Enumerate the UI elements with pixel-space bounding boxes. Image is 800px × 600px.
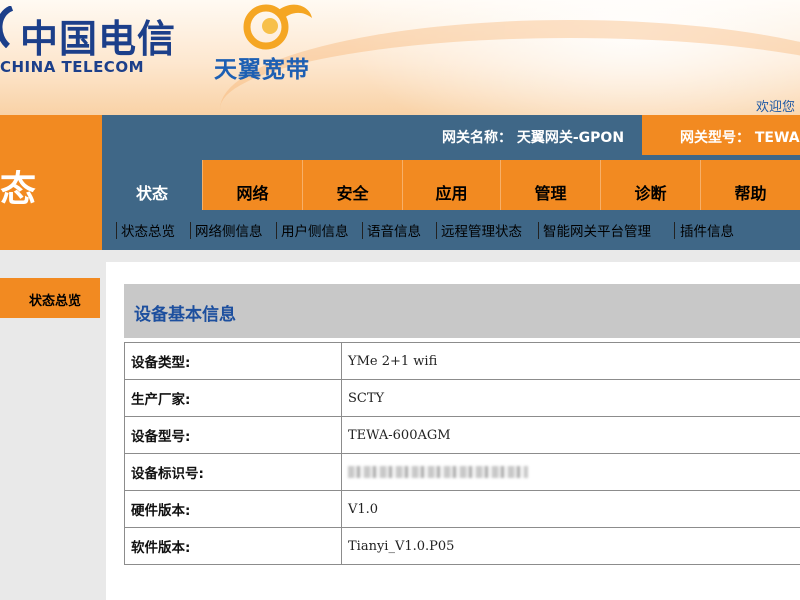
section-title: 设备基本信息 bbox=[134, 305, 236, 325]
row-value-redacted bbox=[341, 453, 800, 491]
china-telecom-logo-icon bbox=[0, 6, 14, 48]
brand-name-en: CHINA TELECOM bbox=[0, 58, 144, 76]
row-value: TEWA-600AGM bbox=[341, 416, 800, 454]
sub-nav-separator bbox=[190, 222, 191, 239]
table-row: 软件版本: Tianyi_V1.0.P05 bbox=[124, 527, 800, 565]
tab-diagnostics[interactable]: 诊断 bbox=[600, 160, 700, 210]
sub-nav-separator bbox=[674, 222, 675, 239]
subnav-smart-gateway[interactable]: 智能网关平台管理 bbox=[543, 220, 651, 240]
tab-help[interactable]: 帮助 bbox=[700, 160, 800, 210]
subnav-network-info[interactable]: 网络侧信息 bbox=[195, 220, 263, 240]
row-label: 生产厂家: bbox=[124, 379, 342, 417]
subnav-status-overview[interactable]: 状态总览 bbox=[121, 220, 175, 240]
tab-management[interactable]: 管理 bbox=[500, 160, 600, 210]
header-banner: 中国电信 CHINA TELECOM 天翼宽带 欢迎您 bbox=[0, 0, 800, 115]
redacted-value bbox=[348, 466, 528, 478]
page-title: 态 bbox=[0, 169, 37, 210]
sub-nav-separator bbox=[362, 222, 363, 239]
subnav-voice-info[interactable]: 语音信息 bbox=[367, 220, 421, 240]
row-label: 设备类型: bbox=[124, 342, 342, 380]
device-info-table: 设备类型: YMe 2+1 wifi 生产厂家: SCTY 设备型号: TEWA… bbox=[124, 342, 800, 565]
tab-network[interactable]: 网络 bbox=[202, 160, 302, 210]
gateway-name: 网关名称： 天翼网关-GPON bbox=[442, 130, 625, 146]
tianyi-logo-icon bbox=[243, 4, 312, 50]
main-nav-tabs: 状态 网络 安全 应用 管理 诊断 帮助 bbox=[102, 160, 800, 210]
table-row: 设备标识号: bbox=[124, 453, 800, 491]
subnav-remote-mgmt[interactable]: 远程管理状态 bbox=[441, 220, 522, 240]
row-value: Tianyi_V1.0.P05 bbox=[341, 527, 800, 565]
sub-nav-separator bbox=[436, 222, 437, 239]
table-row: 生产厂家: SCTY bbox=[124, 379, 800, 417]
row-label: 软件版本: bbox=[124, 527, 342, 565]
tab-status[interactable]: 状态 bbox=[102, 160, 202, 210]
row-value: V1.0 bbox=[341, 490, 800, 528]
table-row: 硬件版本: V1.0 bbox=[124, 490, 800, 528]
row-value: YMe 2+1 wifi bbox=[341, 342, 800, 380]
sub-nav-separator bbox=[538, 222, 539, 239]
row-label: 设备型号: bbox=[124, 416, 342, 454]
table-row: 设备类型: YMe 2+1 wifi bbox=[124, 342, 800, 380]
welcome-link[interactable]: 欢迎您 bbox=[756, 96, 795, 115]
tab-security[interactable]: 安全 bbox=[302, 160, 402, 210]
brand-name-cn: 中国电信 bbox=[20, 17, 177, 61]
tab-application[interactable]: 应用 bbox=[402, 160, 500, 210]
product-name: 天翼宽带 bbox=[214, 57, 310, 83]
row-label: 硬件版本: bbox=[124, 490, 342, 528]
sub-nav-separator bbox=[116, 222, 117, 239]
table-row: 设备型号: TEWA-600AGM bbox=[124, 416, 800, 454]
gateway-model: 网关型号： TEWA- bbox=[680, 130, 800, 146]
sub-nav-separator bbox=[276, 222, 277, 239]
subnav-user-info[interactable]: 用户侧信息 bbox=[281, 220, 349, 240]
row-value: SCTY bbox=[341, 379, 800, 417]
subnav-plugin-info[interactable]: 插件信息 bbox=[680, 220, 734, 240]
row-label: 设备标识号: bbox=[124, 453, 342, 491]
sidebar-item-label[interactable]: 状态总览 bbox=[29, 290, 81, 309]
sub-nav: 状态总览 网络侧信息 用户侧信息 语音信息 远程管理状态 智能网关平台管理 插件… bbox=[102, 210, 800, 250]
